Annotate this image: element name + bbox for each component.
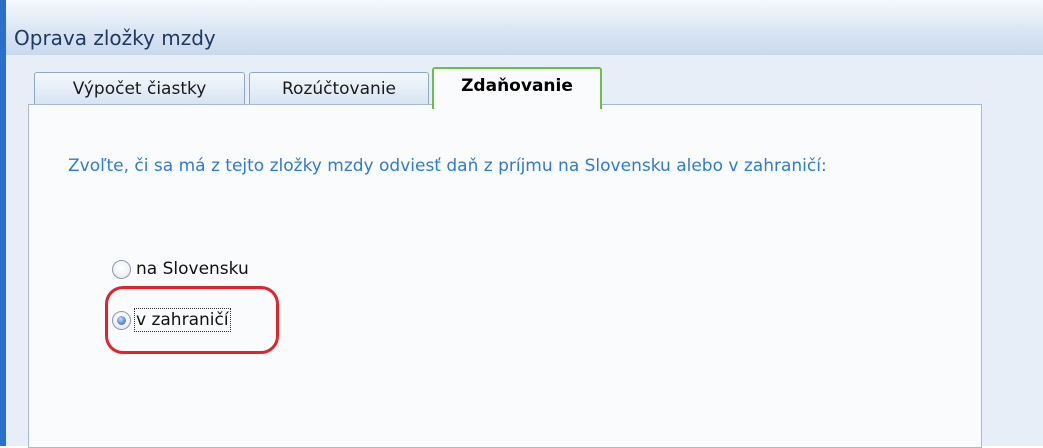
radio-button-unchecked-icon[interactable] [112,259,131,279]
dialog-window: Oprava zložky mzdy Výpočet čiastky Rozúč… [0,0,1043,448]
radio-na-slovensku[interactable]: na Slovensku [112,257,249,281]
title-bar[interactable]: Oprava zložky mzdy [6,0,1043,56]
tab-vypocet-ciastky[interactable]: Výpočet čiastky [34,72,245,105]
window-title: Oprava zložky mzdy [14,26,216,50]
tab-rozuctovanie[interactable]: Rozúčtovanie [249,72,429,105]
red-highlight-annotation [105,286,279,354]
tab-panel-zdanovanie: Zvoľte, či sa má z tejto zložky mzdy odv… [28,104,982,448]
tax-question-label: Zvoľte, či sa má z tejto zložky mzdy odv… [68,156,827,176]
tab-zdanovanie[interactable]: Zdaňovanie [432,67,602,109]
radio-label-na-slovensku[interactable]: na Slovensku [136,259,249,279]
dialog-content: Výpočet čiastky Rozúčtovanie Zdaňovanie … [6,55,1043,448]
